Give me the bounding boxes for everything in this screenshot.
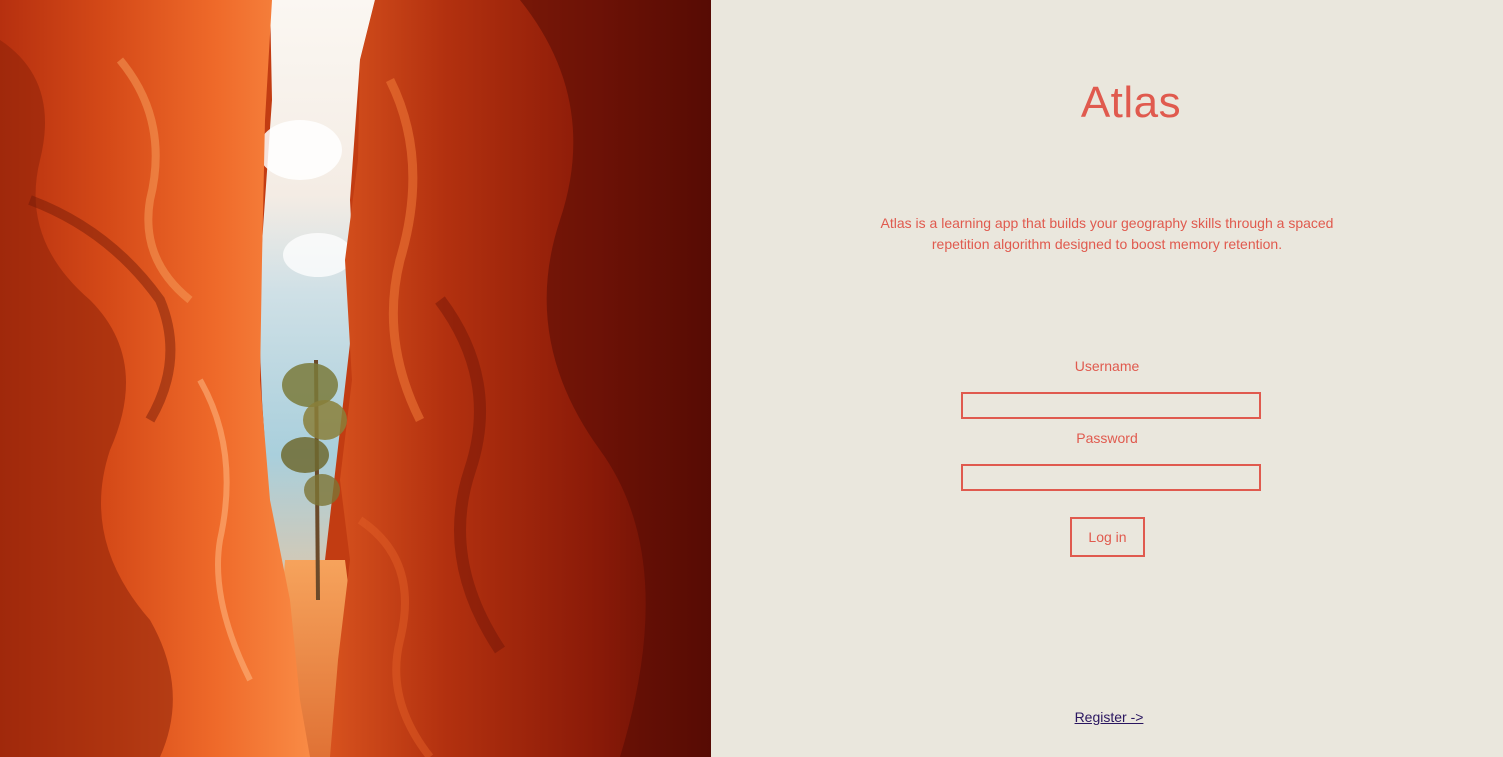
login-button[interactable]: Log in [1070,517,1145,557]
password-field[interactable] [961,464,1261,491]
app-title: Atlas [1080,78,1182,127]
username-field[interactable] [961,392,1261,419]
app-description: Atlas is a learning app that builds your… [880,215,1334,252]
register-link[interactable]: Register -> [1011,709,1207,725]
login-page: Atlas Atlas is a learning app that build… [0,0,1503,757]
login-panel: Atlas Atlas is a learning app that build… [711,0,1503,757]
username-label: Username [1074,358,1140,374]
hero-image [0,0,711,757]
password-label: Password [1076,430,1138,446]
